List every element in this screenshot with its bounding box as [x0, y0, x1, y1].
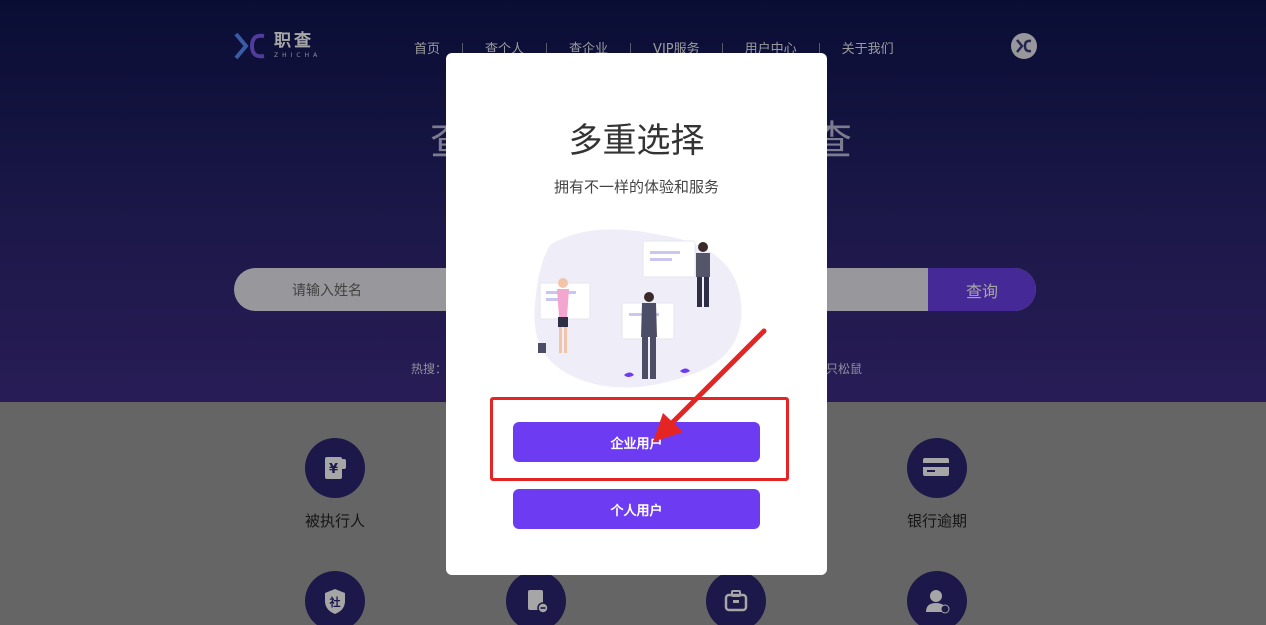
annotation-arrow-icon	[653, 328, 767, 442]
